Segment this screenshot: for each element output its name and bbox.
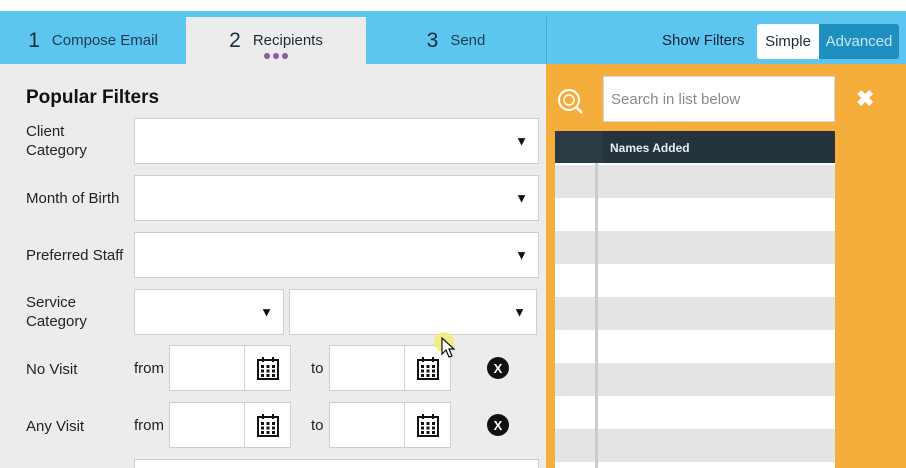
step-label: Recipients [252,32,323,49]
close-icon[interactable]: ✖ [856,86,874,112]
tab-compose-email[interactable]: 1 Compose Email [0,17,186,64]
step-number: 2 [229,28,241,52]
caret-down-icon: ▼ [515,133,528,149]
to-label: to [311,417,324,434]
calendar-icon[interactable] [244,346,290,390]
step-label: Compose Email [51,32,158,49]
from-label: from [134,417,164,434]
preferred-staff-label: Preferred Staff [26,247,124,264]
names-added-header: Names Added [603,131,835,163]
clear-no-visit-button[interactable]: X [487,357,509,379]
column-separator[interactable] [595,163,598,468]
bar-divider [546,17,547,64]
clear-any-visit-button[interactable]: X [487,414,509,436]
list-header-divider [595,131,603,163]
service-category-select[interactable]: ▼ [134,289,284,335]
any-visit-label: Any Visit [26,418,85,435]
popular-filters-heading: Popular Filters [26,87,160,108]
any-visit-to-date[interactable] [329,402,451,448]
to-label: to [311,360,324,377]
names-added-list: Names Added [555,131,835,468]
step-number: 1 [28,28,40,52]
tab-recipients[interactable]: 2 Recipients [186,17,366,64]
caret-down-icon: ▼ [260,304,273,320]
calendar-icon[interactable] [404,403,450,447]
no-visit-from-date[interactable] [169,345,291,391]
search-icon[interactable] [557,88,583,114]
tab-send[interactable]: 3 Send [366,17,546,64]
month-of-birth-label: Month of Birth [26,190,120,207]
search-input[interactable] [603,76,835,122]
service-category-label: Service Category [26,294,87,330]
step-label: Send [450,32,486,49]
client-category-select[interactable]: ▼ [134,118,539,164]
list-header-blank [555,131,595,163]
mouse-pointer-icon [441,337,456,358]
step-number: 3 [426,28,439,52]
top-strip [0,0,906,11]
month-of-birth-select[interactable]: ▼ [134,175,539,221]
advanced-filter-button[interactable]: Advanced [819,24,899,59]
preferred-staff-select[interactable]: ▼ [134,232,539,278]
caret-down-icon: ▼ [515,190,528,206]
client-category-label: Client Category [26,123,87,159]
active-indicator-dots [264,53,288,59]
no-visit-label: No Visit [26,361,78,378]
caret-down-icon: ▼ [513,304,526,320]
simple-filter-button[interactable]: Simple [757,24,819,59]
any-visit-from-date[interactable] [169,402,291,448]
next-filter-select[interactable] [134,459,539,468]
no-visit-to-date[interactable] [329,345,451,391]
from-label: from [134,360,164,377]
caret-down-icon: ▼ [515,247,528,263]
calendar-icon[interactable] [244,403,290,447]
show-filters-label: Show Filters [662,32,745,49]
service-subcategory-select[interactable]: ▼ [289,289,537,335]
